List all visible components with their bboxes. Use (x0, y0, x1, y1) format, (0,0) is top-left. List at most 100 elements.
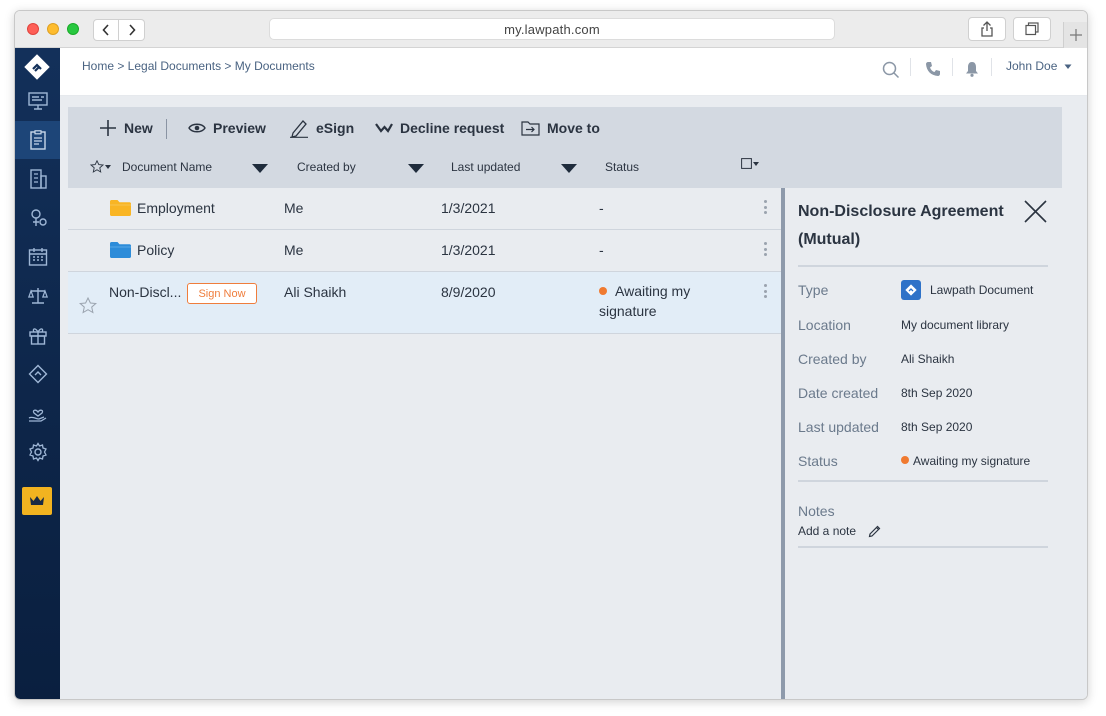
address-bar[interactable]: my.lawpath.com (269, 18, 835, 40)
sort-created-by-icon[interactable] (408, 164, 424, 173)
detail-label-type: Type (798, 282, 829, 298)
close-window-button[interactable] (27, 23, 39, 35)
share-button[interactable] (968, 17, 1006, 41)
created-by: Me (284, 200, 304, 216)
status: - (599, 200, 604, 216)
eye-icon (188, 123, 206, 133)
sidebar-item-settings[interactable] (15, 433, 60, 471)
esign-button[interactable]: eSign (289, 118, 354, 138)
maximize-window-button[interactable] (67, 23, 79, 35)
sidebar-item-trademark[interactable] (15, 199, 60, 237)
created-by: Ali Shaikh (284, 284, 347, 300)
detail-value-type: Lawpath Document (901, 280, 1033, 300)
top-bar: Home > Legal Documents > My Documents Jo… (60, 48, 1087, 96)
main-content: New Preview eSign Decline request Move t… (60, 96, 1087, 699)
last-updated: 8/9/2020 (441, 284, 496, 300)
plus-icon (1069, 29, 1082, 41)
row-actions-icon[interactable] (763, 200, 767, 214)
caret-down-icon (105, 164, 111, 169)
browser-chrome: my.lawpath.com (15, 11, 1087, 48)
tab-overview-button[interactable] (1013, 17, 1051, 41)
document-list-panel: New Preview eSign Decline request Move t… (68, 107, 1062, 699)
sort-document-name-icon[interactable] (252, 164, 268, 173)
sign-now-button[interactable]: Sign Now (187, 283, 257, 304)
browser-window: my.lawpath.com Home > Legal Documents > … (14, 10, 1088, 700)
new-tab-button[interactable] (1063, 22, 1087, 48)
sidebar-item-lawpath[interactable] (15, 355, 60, 393)
row-actions-icon[interactable] (763, 284, 767, 298)
lawpath-logo[interactable] (24, 54, 50, 80)
status-line-1: Awaiting my (615, 283, 691, 299)
caret-down-icon (753, 161, 759, 166)
add-note-button[interactable]: Add a note (798, 524, 882, 538)
sidebar-item-dashboard[interactable] (15, 82, 60, 120)
browser-forward-button[interactable] (119, 19, 145, 41)
sort-last-updated-icon[interactable] (561, 164, 577, 173)
document-detail-panel: Non-Disclosure Agreement (Mutual) Type L… (781, 188, 1062, 699)
close-icon[interactable] (1024, 200, 1047, 223)
decline-request-button[interactable]: Decline request (375, 118, 504, 138)
table-row[interactable]: Policy Me 1/3/2021 - (68, 230, 781, 272)
legal-scales-icon (27, 288, 48, 304)
search-icon[interactable] (882, 61, 900, 79)
row-actions-icon[interactable] (763, 242, 767, 256)
folder-icon (110, 242, 131, 258)
sidebar-item-calendar[interactable] (15, 238, 60, 276)
detail-label-last-updated: Last updated (798, 419, 879, 435)
lawpath-icon (28, 364, 47, 384)
lawpath-logo-icon (24, 54, 50, 80)
sidebar-item-company[interactable] (15, 160, 60, 198)
status-dot (901, 456, 909, 464)
document-table: Employment Me 1/3/2021 - Policy Me 1/3/2… (68, 188, 781, 334)
decline-label: Decline request (400, 120, 505, 136)
column-header-status[interactable]: Status (605, 160, 639, 174)
last-updated: 1/3/2021 (441, 200, 496, 216)
checkbox-icon (741, 158, 752, 169)
browser-back-button[interactable] (93, 19, 119, 41)
gift-icon (28, 328, 47, 345)
company-icon (29, 169, 47, 189)
new-button[interactable]: New (99, 118, 153, 138)
calendar-icon (28, 248, 47, 266)
sidebar-item-legal[interactable] (15, 277, 60, 315)
preview-button[interactable]: Preview (188, 118, 266, 138)
detail-label-location: Location (798, 317, 851, 333)
status: - (599, 242, 604, 258)
move-label: Move to (547, 120, 600, 136)
column-header-created-by[interactable]: Created by (297, 160, 356, 174)
divider (798, 546, 1048, 548)
bell-icon[interactable] (965, 61, 979, 77)
dashboard-icon (27, 92, 48, 110)
last-updated: 1/3/2021 (441, 242, 496, 258)
table-row[interactable]: Employment Me 1/3/2021 - (68, 188, 781, 230)
sidebar-item-premium[interactable] (22, 487, 52, 515)
breadcrumb[interactable]: Home > Legal Documents > My Documents (82, 59, 315, 73)
detail-value-location: My document library (901, 318, 1010, 332)
move-to-button[interactable]: Move to (521, 118, 600, 138)
pencil-icon (868, 525, 881, 538)
tabs-icon (1025, 22, 1039, 36)
detail-type-text: Lawpath Document (930, 283, 1034, 297)
user-menu[interactable]: John Doe (1006, 59, 1072, 73)
minimize-window-button[interactable] (47, 23, 59, 35)
detail-value-created-by: Ali Shaikh (901, 352, 955, 366)
folder-icon (110, 200, 131, 216)
detail-label-status: Status (798, 453, 838, 469)
move-folder-icon (521, 121, 540, 136)
divider (798, 265, 1048, 267)
column-header-last-updated[interactable]: Last updated (451, 160, 520, 174)
star-icon[interactable] (79, 297, 97, 314)
decline-arrow-icon (375, 123, 393, 133)
column-options-toggle[interactable] (741, 158, 759, 169)
sidebar-item-documents[interactable] (15, 121, 60, 159)
column-header-document-name[interactable]: Document Name (122, 160, 212, 174)
divider (798, 480, 1048, 482)
settings-icon (28, 442, 47, 462)
table-row-selected[interactable]: Non-Discl... Sign Now Ali Shaikh 8/9/202… (68, 272, 781, 334)
crown-icon (30, 496, 44, 505)
chevron-left-icon (102, 24, 109, 36)
sidebar-item-care[interactable] (15, 394, 60, 432)
favorite-column-toggle[interactable] (90, 160, 111, 173)
phone-icon[interactable] (925, 61, 941, 77)
sidebar-item-rewards[interactable] (15, 316, 60, 354)
